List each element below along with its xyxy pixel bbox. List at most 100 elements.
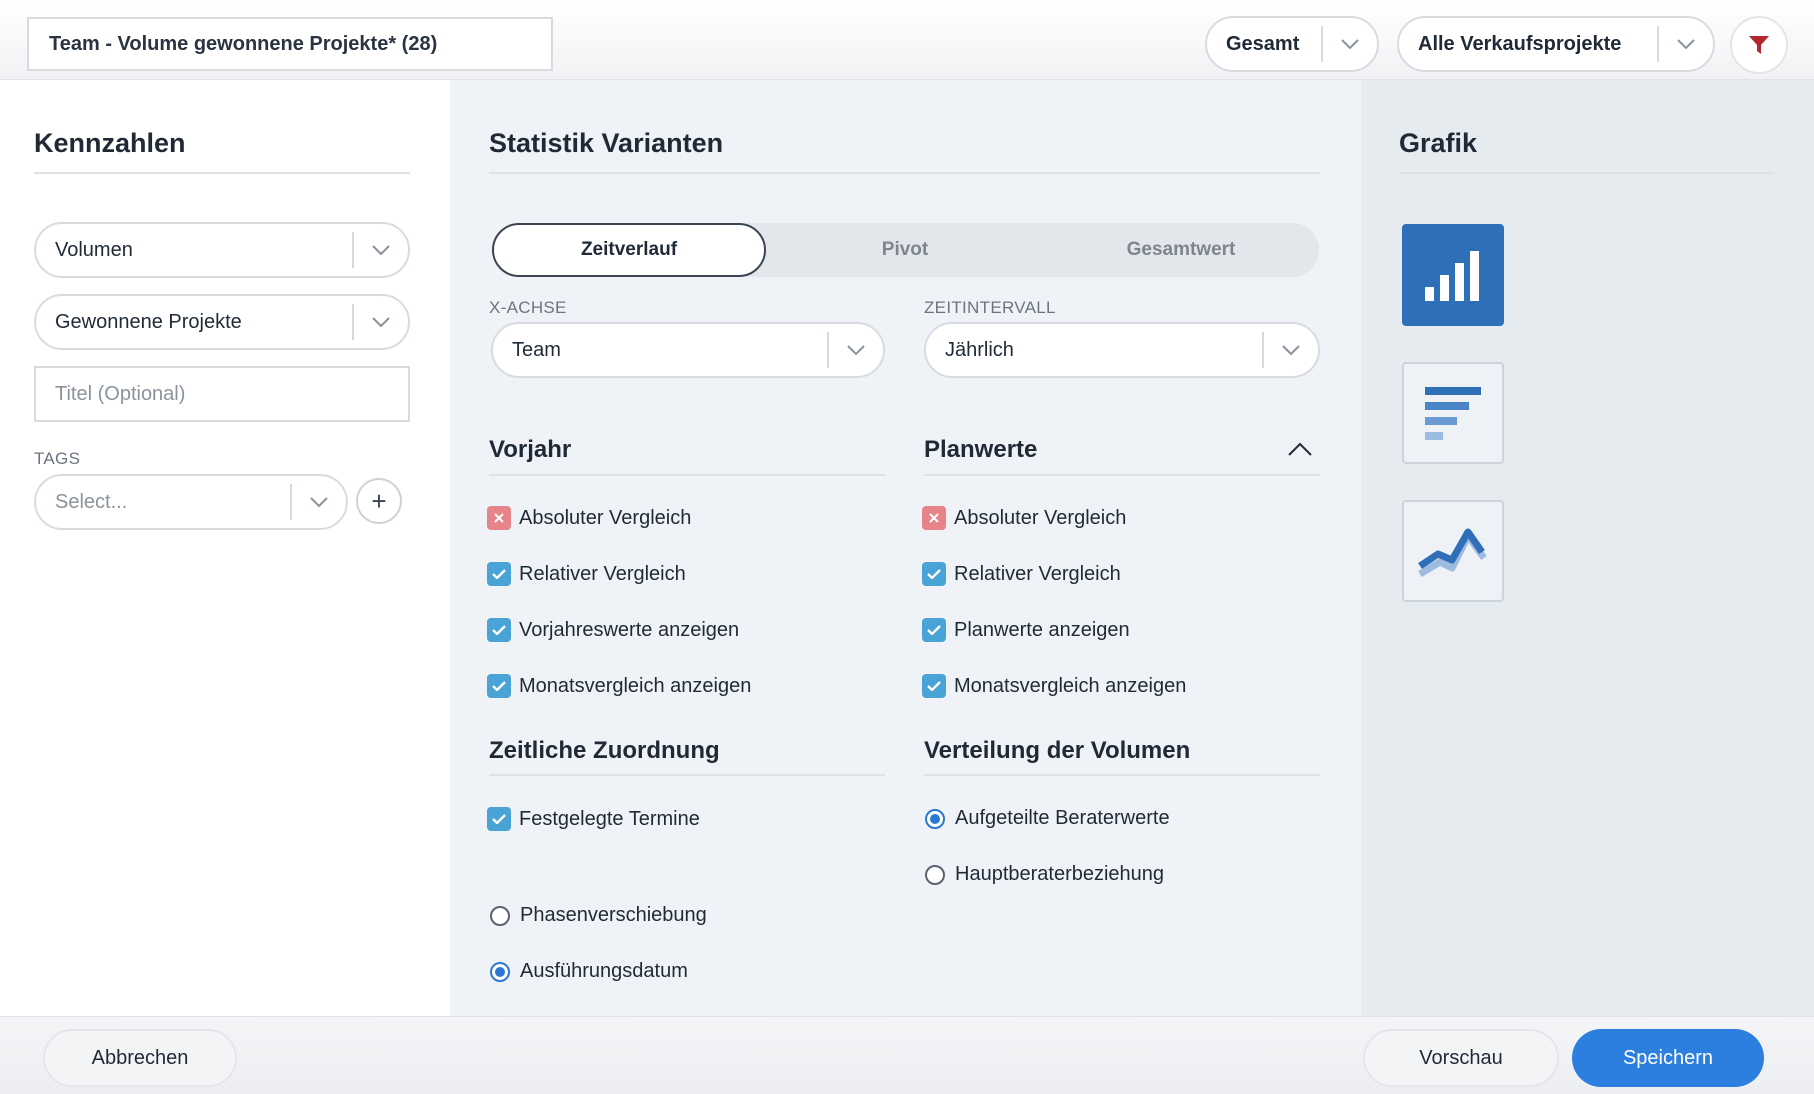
- tab-zeitverlauf[interactable]: Zeitverlauf: [492, 223, 766, 277]
- x-axis-value: Team: [512, 338, 561, 361]
- footer-bar: Abbrechen Vorschau Speichern: [0, 1016, 1814, 1094]
- column-chart-icon: [1425, 251, 1479, 301]
- radio-icon: [490, 905, 510, 926]
- split-advisor-radio[interactable]: Aufgeteilte Beraterwerte: [923, 807, 1170, 830]
- subject-select-value: Gewonnene Projekte: [55, 310, 242, 333]
- bar-chart-tile[interactable]: [1402, 362, 1504, 464]
- add-tag-button[interactable]: +: [356, 478, 402, 524]
- crossed-checkbox-icon: [487, 506, 511, 530]
- kennzahlen-heading: Kennzahlen: [34, 128, 186, 158]
- zeitliche-heading: Zeitliche Zuordnung: [489, 737, 720, 764]
- divider: [34, 172, 410, 174]
- divider: [489, 474, 885, 476]
- chevron-down-icon: [292, 496, 346, 508]
- check-icon: [487, 674, 511, 698]
- statistik-heading: Statistik Varianten: [489, 128, 724, 158]
- vorjahr-heading: Vorjahr: [489, 436, 572, 463]
- vorjahr-values-checkbox[interactable]: Vorjahreswerte anzeigen: [487, 618, 739, 642]
- crossed-checkbox-icon: [922, 506, 946, 530]
- kennzahlen-panel: [0, 80, 450, 1016]
- divider: [489, 774, 885, 776]
- planwerte-values-checkbox[interactable]: Planwerte anzeigen: [922, 618, 1130, 642]
- statistik-varianten-panel: [450, 80, 1361, 1016]
- line-chart-icon: [1418, 528, 1487, 578]
- tab-gesamtwert[interactable]: Gesamtwert: [1044, 223, 1318, 277]
- radio-label: Hauptberaterbeziehung: [955, 863, 1165, 885]
- save-button[interactable]: Speichern: [1572, 1029, 1764, 1087]
- tags-label: TAGS: [34, 449, 81, 468]
- execution-date-radio[interactable]: Ausführungsdatum: [488, 960, 688, 983]
- funnel-icon: [1749, 36, 1769, 54]
- vorjahr-absolute-checkbox[interactable]: Absoluter Vergleich: [487, 506, 691, 530]
- fixed-dates-checkbox[interactable]: Festgelegte Termine: [487, 807, 700, 831]
- radio-label: Ausführungsdatum: [520, 960, 688, 982]
- checkbox-label: Absoluter Vergleich: [519, 506, 692, 529]
- chevron-down-icon: [1659, 38, 1713, 50]
- radio-selected-icon: [925, 808, 945, 829]
- planwerte-relative-checkbox[interactable]: Relativer Vergleich: [922, 562, 1121, 586]
- chevron-down-icon: [354, 316, 408, 328]
- scope-select[interactable]: Gesamt: [1205, 16, 1379, 72]
- interval-select[interactable]: Jährlich: [924, 322, 1320, 378]
- divider: [1399, 172, 1774, 174]
- tags-select[interactable]: Select...: [34, 474, 348, 530]
- radio-selected-icon: [490, 961, 510, 982]
- variant-tabs: Zeitverlauf Pivot Gesamtwert: [492, 223, 1319, 277]
- planwerte-month-checkbox[interactable]: Monatsvergleich anzeigen: [922, 674, 1186, 698]
- cancel-button[interactable]: Abbrechen: [43, 1029, 237, 1087]
- phase-shift-radio[interactable]: Phasenverschiebung: [488, 904, 707, 927]
- checkbox-label: Planwerte anzeigen: [954, 618, 1130, 641]
- divider: [489, 172, 1320, 174]
- interval-value: Jährlich: [945, 338, 1014, 361]
- grafik-heading: Grafik: [1399, 128, 1478, 158]
- chevron-down-icon: [1323, 38, 1377, 50]
- check-icon: [922, 562, 946, 586]
- projects-select[interactable]: Alle Verkaufsprojekte: [1397, 16, 1715, 72]
- projects-select-value: Alle Verkaufsprojekte: [1418, 32, 1622, 55]
- verteilung-heading: Verteilung der Volumen: [924, 737, 1191, 764]
- x-axis-select[interactable]: Team: [491, 322, 885, 378]
- radio-label: Phasenverschiebung: [520, 904, 707, 926]
- chevron-up-icon: [1288, 442, 1312, 456]
- report-title-input[interactable]: Team - Volume gewonnene Projekte* (28): [27, 17, 553, 71]
- metric-select-value: Volumen: [55, 238, 133, 261]
- chevron-down-icon: [1264, 344, 1318, 356]
- radio-label: Aufgeteilte Beraterwerte: [955, 807, 1170, 829]
- bar-chart-icon: [1425, 387, 1481, 440]
- tags-select-placeholder: Select...: [55, 490, 128, 513]
- scope-select-value: Gesamt: [1226, 32, 1300, 55]
- main-advisor-radio[interactable]: Hauptberaterbeziehung: [923, 863, 1164, 886]
- title-optional-input[interactable]: Titel (Optional): [34, 366, 410, 422]
- radio-icon: [925, 864, 945, 885]
- filter-button[interactable]: [1730, 16, 1788, 74]
- checkbox-label: Monatsvergleich anzeigen: [519, 674, 752, 697]
- chevron-down-icon: [354, 244, 408, 256]
- interval-label: ZEITINTERVALL: [924, 298, 1056, 317]
- vorjahr-month-checkbox[interactable]: Monatsvergleich anzeigen: [487, 674, 751, 698]
- check-icon: [922, 618, 946, 642]
- divider: [924, 774, 1320, 776]
- metric-select[interactable]: Volumen: [34, 222, 410, 278]
- checkbox-label: Relativer Vergleich: [519, 562, 686, 585]
- plus-icon: +: [371, 485, 387, 516]
- check-icon: [487, 562, 511, 586]
- checkbox-label: Relativer Vergleich: [954, 562, 1121, 585]
- line-chart-tile[interactable]: [1402, 500, 1504, 602]
- subject-select[interactable]: Gewonnene Projekte: [34, 294, 410, 350]
- planwerte-heading: Planwerte: [924, 436, 1038, 463]
- preview-button[interactable]: Vorschau: [1363, 1029, 1559, 1087]
- chevron-down-icon: [829, 344, 883, 356]
- vorjahr-relative-checkbox[interactable]: Relativer Vergleich: [487, 562, 686, 586]
- checkbox-label: Festgelegte Termine: [519, 807, 700, 830]
- collapse-button[interactable]: [1286, 437, 1314, 461]
- checkbox-label: Absoluter Vergleich: [954, 506, 1127, 529]
- checkbox-label: Monatsvergleich anzeigen: [954, 674, 1187, 697]
- checkbox-label: Vorjahreswerte anzeigen: [519, 618, 740, 641]
- planwerte-absolute-checkbox[interactable]: Absoluter Vergleich: [922, 506, 1126, 530]
- x-axis-label: X-ACHSE: [489, 298, 567, 317]
- column-chart-tile[interactable]: [1402, 224, 1504, 326]
- check-icon: [487, 618, 511, 642]
- top-bar: Team - Volume gewonnene Projekte* (28) G…: [0, 0, 1814, 80]
- check-icon: [922, 674, 946, 698]
- tab-pivot[interactable]: Pivot: [768, 223, 1042, 277]
